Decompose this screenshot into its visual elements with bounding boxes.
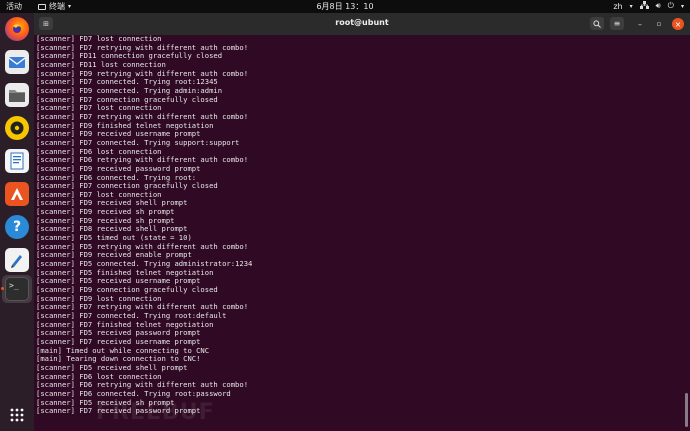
- mail-icon[interactable]: [5, 50, 29, 74]
- editor-icon[interactable]: [5, 248, 29, 272]
- maximize-icon: ▫: [656, 20, 662, 28]
- maximize-button[interactable]: ▫: [653, 18, 665, 30]
- power-icon: ⏻: [667, 1, 674, 10]
- document-icon[interactable]: [5, 149, 29, 173]
- software-icon[interactable]: [5, 182, 29, 206]
- menu-button[interactable]: ≡: [610, 17, 624, 30]
- scrollbar[interactable]: [684, 35, 688, 431]
- title-bar[interactable]: ⊞ root@ubunt ≡ – ▫ ×: [34, 13, 690, 35]
- app-grid-icon[interactable]: [5, 403, 29, 427]
- terminal-line: [scanner] FD7 received password prompt: [36, 406, 201, 416]
- app-menu-label: 终端: [49, 2, 65, 11]
- network-icon: [639, 1, 649, 11]
- search-icon: [593, 19, 601, 28]
- new-tab-icon: ⊞: [43, 19, 49, 28]
- new-tab-button[interactable]: ⊞: [39, 17, 53, 30]
- chevron-down-icon: ▾: [629, 2, 633, 10]
- terminal-icon[interactable]: >_: [5, 277, 29, 301]
- help-icon[interactable]: ?: [5, 215, 29, 239]
- hamburger-icon: ≡: [613, 19, 621, 28]
- terminal-output[interactable]: [scanner] FD7 lost connection [scanner] F…: [34, 35, 684, 431]
- chevron-down-icon: ▾: [680, 2, 684, 10]
- input-method-indicator[interactable]: zh: [613, 2, 622, 11]
- firefox-icon[interactable]: [5, 17, 29, 41]
- chevron-down-icon: ▾: [68, 3, 72, 10]
- app-menu[interactable]: 终端 ▾: [38, 1, 71, 12]
- close-icon: ×: [674, 19, 682, 29]
- music-icon[interactable]: [5, 116, 29, 140]
- scrollbar-thumb[interactable]: [685, 393, 688, 427]
- minimize-button[interactable]: –: [634, 18, 646, 30]
- search-button[interactable]: [590, 17, 604, 30]
- volume-icon: 🔊︎: [655, 1, 661, 10]
- dock: ? >_: [0, 13, 34, 431]
- running-indicator: [1, 287, 4, 290]
- close-button[interactable]: ×: [672, 18, 684, 30]
- clock[interactable]: 6月8日 13：10: [0, 1, 690, 12]
- terminal-small-icon: [38, 3, 46, 10]
- activities-button[interactable]: 活动: [6, 1, 22, 12]
- minimize-icon: –: [638, 19, 642, 29]
- system-tray[interactable]: zh ▾ 🔊︎ ⏻ ▾: [613, 1, 684, 11]
- files-icon[interactable]: [5, 83, 29, 107]
- terminal-window: ⊞ root@ubunt ≡ – ▫ × [scanner] FD7 lost …: [34, 13, 690, 431]
- top-bar: 活动 终端 ▾ 6月8日 13：10 zh ▾ 🔊︎ ⏻ ▾: [0, 0, 690, 13]
